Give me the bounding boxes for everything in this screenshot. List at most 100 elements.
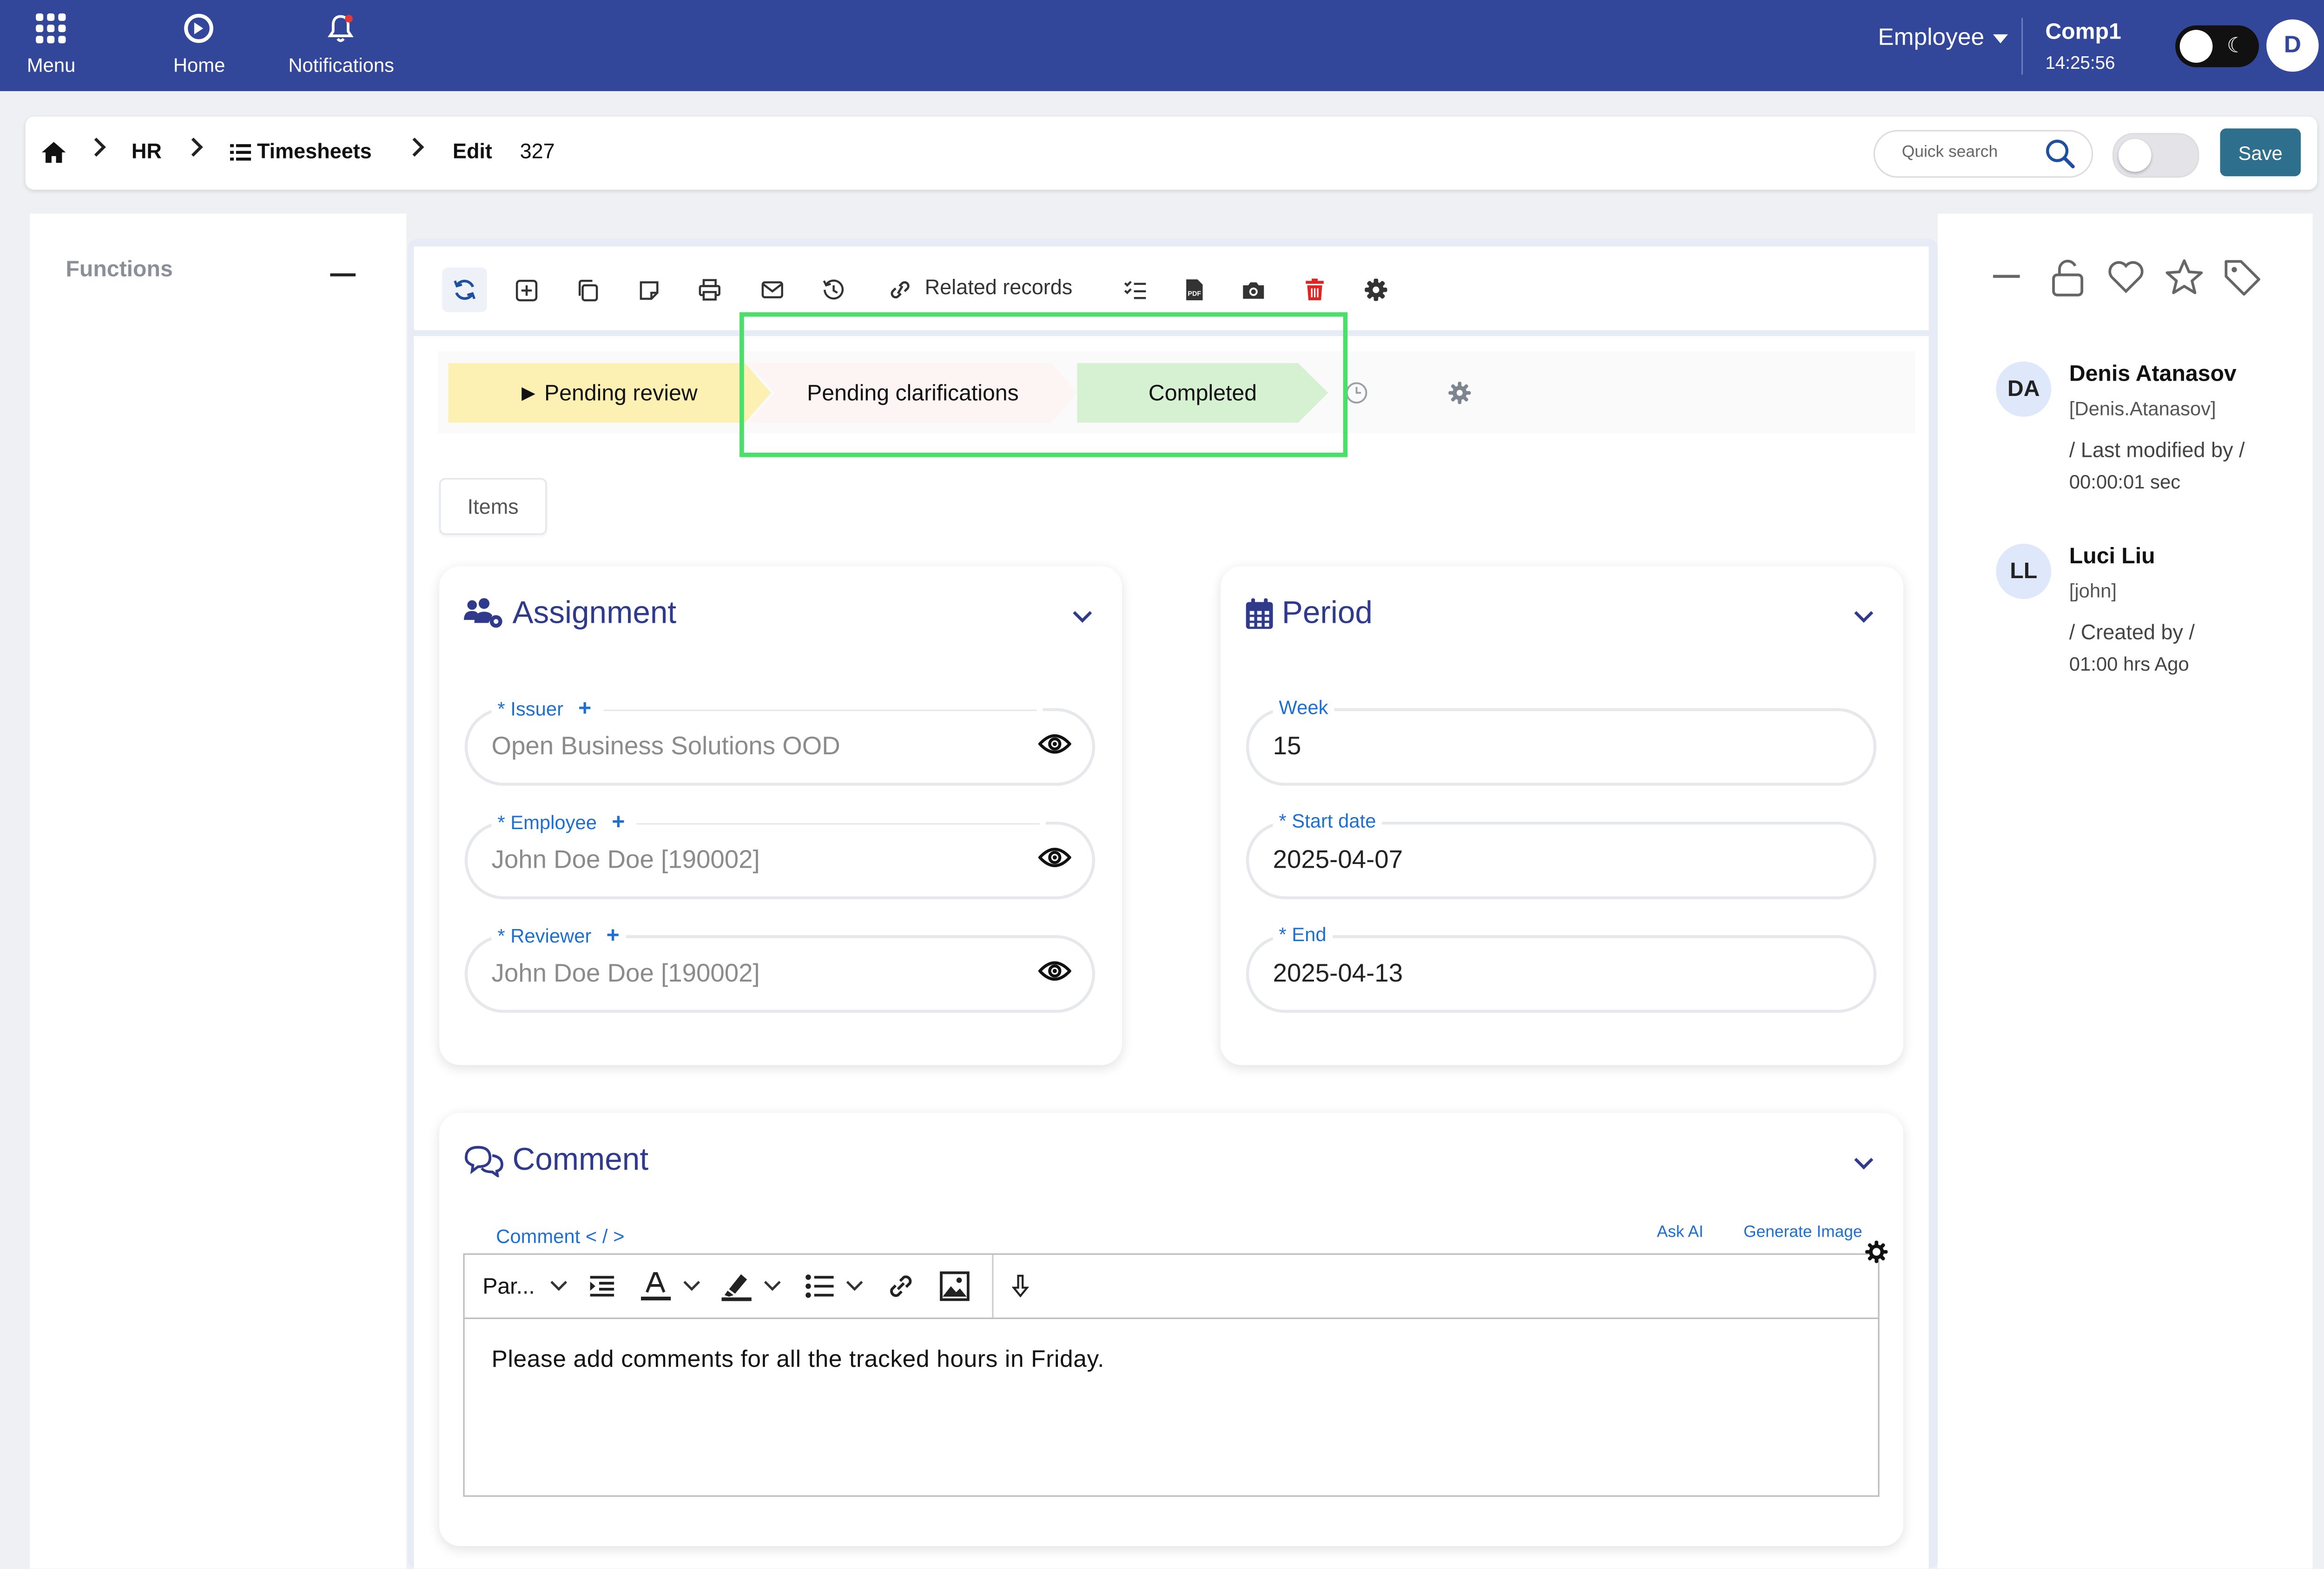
- user-avatar[interactable]: D: [2266, 19, 2319, 72]
- unlock-icon[interactable]: [2051, 258, 2084, 297]
- reviewer-label: * Reviewer: [497, 924, 592, 947]
- person-time: 00:00:01 sec: [2069, 470, 2181, 493]
- role-label: Employee: [1878, 25, 1985, 51]
- eye-icon[interactable]: [1038, 959, 1071, 983]
- refresh-button[interactable]: [442, 267, 487, 312]
- dark-mode-toggle[interactable]: ☾: [2175, 25, 2259, 67]
- reviewer-value: John Doe Doe [190002]: [491, 959, 760, 988]
- plus-square-icon: [515, 279, 537, 301]
- add-employee-icon[interactable]: +: [612, 810, 625, 835]
- cog-icon[interactable]: [1448, 381, 1472, 405]
- history-icon: [823, 279, 844, 300]
- start-date-field[interactable]: * Start date 2025-04-07: [1246, 810, 1877, 899]
- employee-field[interactable]: * Employee + John Doe Doe [190002]: [464, 810, 1096, 899]
- divider: [2021, 18, 2023, 75]
- bullet-list-button[interactable]: [805, 1268, 864, 1304]
- download-button[interactable]: [1011, 1268, 1030, 1304]
- star-icon[interactable]: [2165, 258, 2204, 296]
- minus-icon[interactable]: [1993, 273, 2020, 279]
- chevron-down-icon: [550, 1281, 568, 1291]
- heart-icon[interactable]: [2106, 258, 2146, 294]
- email-button[interactable]: [750, 267, 795, 312]
- generate-image-link[interactable]: Generate Image: [1743, 1224, 1862, 1242]
- breadcrumb-bar: HR Timesheets Edit 327 Save: [25, 116, 2317, 190]
- chevron-down-icon[interactable]: [1854, 1150, 1874, 1170]
- delete-button[interactable]: [1292, 267, 1337, 312]
- legend-line: [603, 709, 1037, 712]
- status-pending-review[interactable]: ▶ Pending review: [448, 363, 771, 423]
- period-card: Period Week 15 * Start date 2025-04-07 *…: [1221, 566, 1903, 1065]
- ask-ai-link[interactable]: Ask AI: [1657, 1224, 1703, 1242]
- add-reviewer-icon[interactable]: +: [607, 923, 620, 949]
- comment-text[interactable]: Please add comments for all the tracked …: [492, 1347, 1105, 1374]
- breadcrumb-hr[interactable]: HR: [132, 139, 162, 163]
- eye-icon[interactable]: [1038, 845, 1071, 869]
- font-color-button[interactable]: [640, 1268, 701, 1304]
- employee-value: John Doe Doe [190002]: [491, 845, 760, 874]
- camera-button[interactable]: [1231, 267, 1276, 312]
- menu-button[interactable]: Menu: [27, 12, 75, 76]
- paragraph-dropdown[interactable]: Par...: [482, 1268, 568, 1304]
- search-input[interactable]: [1899, 142, 2047, 163]
- comment-header[interactable]: Comment: [463, 1143, 648, 1179]
- add-issuer-icon[interactable]: +: [578, 696, 591, 722]
- envelope-icon: [761, 281, 783, 298]
- start-date-label: * Start date: [1273, 810, 1382, 832]
- quick-search[interactable]: [1873, 130, 2093, 178]
- comment-card: Comment Comment < / > Ask AI Generate Im…: [439, 1113, 1903, 1546]
- week-field[interactable]: Week 15: [1246, 696, 1877, 786]
- insert-image-button[interactable]: [940, 1268, 970, 1304]
- person-time: 01:00 hrs Ago: [2069, 653, 2189, 675]
- end-date-value: 2025-04-13: [1273, 959, 1403, 988]
- chevron-down-icon[interactable]: [1073, 604, 1092, 623]
- chevron-down-icon[interactable]: [1854, 604, 1874, 623]
- add-button[interactable]: [503, 267, 548, 312]
- record-id: 327: [520, 138, 555, 163]
- save-button[interactable]: Save: [2220, 128, 2301, 177]
- comment-field-label: Comment < / >: [496, 1225, 625, 1247]
- role-selector[interactable]: Employee: [1878, 26, 2008, 53]
- eye-icon[interactable]: [1038, 732, 1071, 756]
- toggle-knob: [2118, 138, 2152, 172]
- search-icon[interactable]: [2044, 138, 2077, 171]
- company-name[interactable]: Comp1: [2045, 20, 2121, 45]
- reviewer-field[interactable]: * Reviewer + John Doe Doe [190002]: [464, 923, 1096, 1013]
- tab-items[interactable]: Items: [439, 478, 547, 535]
- trash-icon: [1306, 278, 1324, 301]
- cog-icon[interactable]: [1864, 1240, 1888, 1264]
- chevron-right-icon: [86, 138, 106, 157]
- home-button[interactable]: Home: [173, 12, 225, 76]
- person-action: / Last modified by /: [2069, 437, 2245, 462]
- person-name[interactable]: Luci Liu: [2069, 544, 2155, 569]
- chevron-down-icon: [764, 1281, 781, 1291]
- issuer-field[interactable]: * Issuer + Open Business Solutions OOD: [464, 696, 1096, 786]
- period-header[interactable]: Period: [1245, 596, 1373, 632]
- person-name[interactable]: Denis Atanasov: [2069, 362, 2237, 387]
- start-date-value: 2025-04-07: [1273, 845, 1403, 874]
- related-records-button[interactable]: Related records: [925, 275, 1073, 298]
- indent-button[interactable]: [588, 1268, 615, 1304]
- highlight-button[interactable]: [721, 1268, 782, 1304]
- view-toggle[interactable]: [2113, 133, 2199, 178]
- notifications-button[interactable]: Notifications: [288, 12, 394, 76]
- end-date-field[interactable]: * End 2025-04-13: [1246, 923, 1877, 1013]
- history-button[interactable]: [811, 267, 856, 312]
- notifications-label: Notifications: [288, 53, 394, 76]
- breadcrumb-timesheets[interactable]: Timesheets: [257, 139, 372, 163]
- assignment-header[interactable]: Assignment: [463, 596, 676, 632]
- pdf-button[interactable]: PDF: [1171, 267, 1216, 312]
- indent-icon: [590, 1276, 614, 1297]
- svg-text:PDF: PDF: [1187, 290, 1201, 297]
- note-button[interactable]: [626, 267, 671, 312]
- checklist-button[interactable]: [1113, 267, 1158, 312]
- settings-button[interactable]: [1353, 267, 1398, 312]
- link-icon: [891, 281, 910, 299]
- copy-button[interactable]: [565, 267, 609, 312]
- home-icon[interactable]: [40, 140, 67, 164]
- print-button[interactable]: [687, 267, 732, 312]
- tag-icon[interactable]: [2223, 258, 2262, 297]
- collapse-icon[interactable]: [330, 273, 356, 277]
- insert-link-button[interactable]: [886, 1268, 916, 1304]
- clock-icon[interactable]: [1345, 381, 1368, 405]
- avatar: LL: [1996, 544, 2052, 599]
